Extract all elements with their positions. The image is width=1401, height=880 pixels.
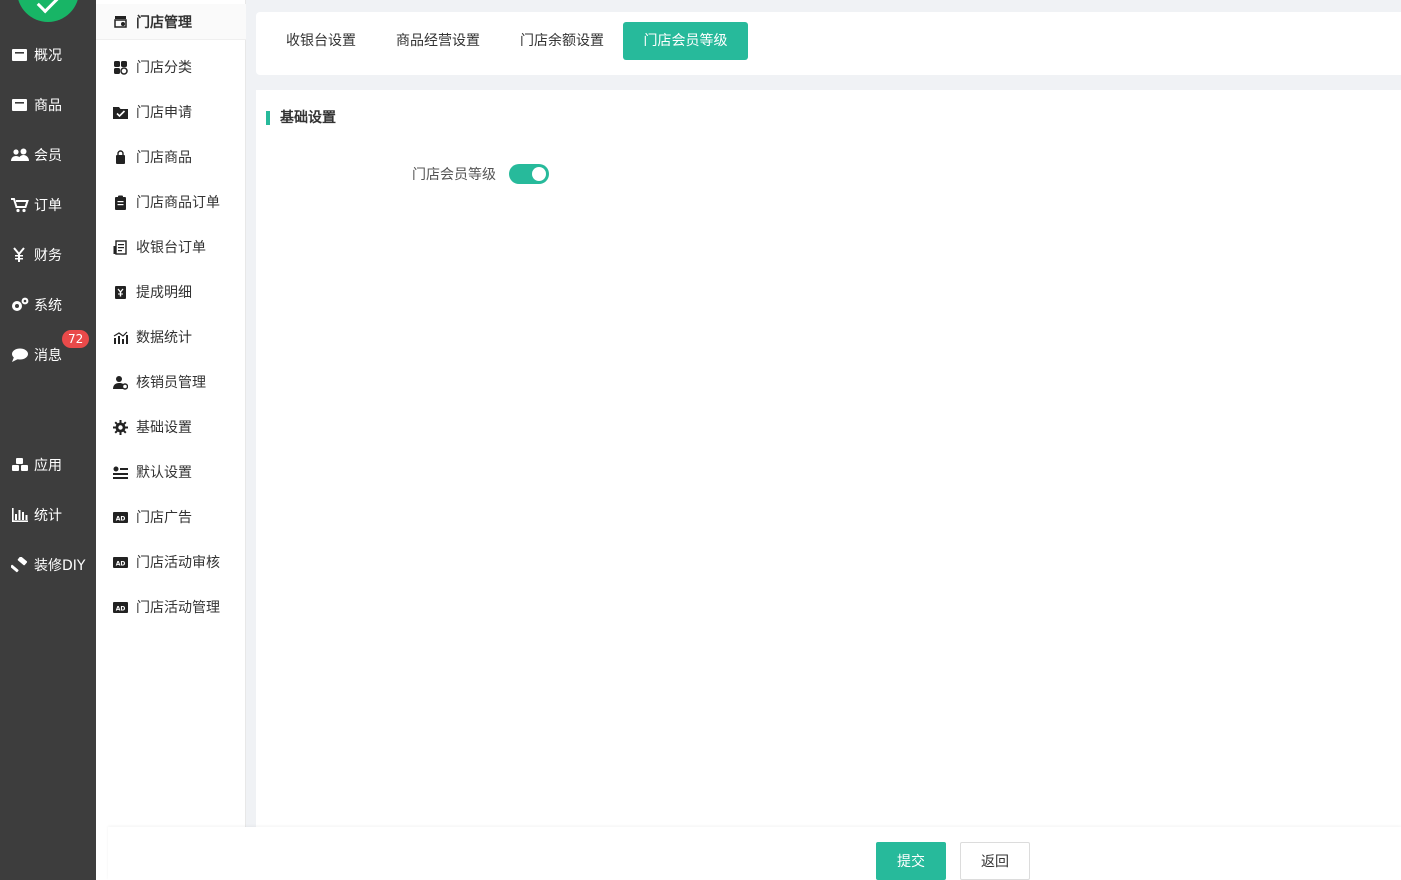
svg-text:AD: AD bbox=[116, 560, 126, 567]
cart-icon bbox=[11, 198, 29, 213]
check-icon bbox=[36, 0, 60, 14]
nav-item-label: 消息 bbox=[34, 348, 62, 364]
sidebar-item-verifier-management[interactable]: 核销员管理 bbox=[96, 364, 246, 400]
ad-icon: AD bbox=[113, 511, 128, 523]
goods-icon bbox=[12, 99, 27, 111]
hammer-icon bbox=[11, 557, 28, 573]
sidebar-item-data-statistics[interactable]: 数据统计 bbox=[96, 319, 246, 355]
section-title: 基础设置 bbox=[266, 111, 336, 125]
settings-tabs: 收银台设置 商品经营设置 门店余额设置 门店会员等级 bbox=[256, 12, 1401, 75]
svg-text:AD: AD bbox=[116, 515, 126, 522]
nav-item-label: 订单 bbox=[34, 198, 62, 214]
store-icon bbox=[114, 16, 127, 28]
sidebar-header-store-management[interactable]: 门店管理 bbox=[96, 4, 246, 40]
sidebar-item-label: 收银台订单 bbox=[136, 240, 206, 256]
nav-item-members[interactable]: 会员 bbox=[0, 140, 96, 170]
chat-icon bbox=[12, 348, 28, 362]
footer-actions: 提交 返回 bbox=[108, 827, 1401, 880]
gears-icon bbox=[12, 297, 29, 311]
gear-icon bbox=[113, 419, 128, 435]
sidebar-item-label: 门店商品订单 bbox=[136, 195, 220, 211]
ad-icon: AD bbox=[113, 601, 128, 613]
yen-document-icon bbox=[115, 285, 126, 299]
toggle-knob bbox=[532, 167, 546, 181]
nav-item-finance[interactable]: 财务 bbox=[0, 240, 96, 270]
sidebar-item-cashier-orders[interactable]: 收银台订单 bbox=[96, 229, 246, 265]
sidebar-item-store-activity-management[interactable]: AD 门店活动管理 bbox=[96, 589, 246, 625]
clipboard-icon bbox=[115, 195, 126, 210]
member-level-toggle[interactable] bbox=[509, 164, 549, 184]
back-button[interactable]: 返回 bbox=[960, 842, 1030, 880]
nav-item-label: 装修DIY bbox=[34, 558, 86, 574]
sidebar-item-commission-details[interactable]: 提成明细 bbox=[96, 274, 246, 310]
nav-item-system[interactable]: 系统 bbox=[0, 290, 96, 320]
sidebar-item-store-goods[interactable]: 门店商品 bbox=[96, 139, 246, 175]
main-nav: 概况 商品 会员 订单 财务 系统 消息 72 应用 统计 装修DIY bbox=[0, 0, 96, 880]
nav-item-apps[interactable]: 应用 bbox=[0, 450, 96, 480]
nav-item-label: 商品 bbox=[34, 98, 62, 114]
tab-store-member-level[interactable]: 门店会员等级 bbox=[623, 22, 748, 60]
svg-text:AD: AD bbox=[116, 605, 126, 612]
sidebar-item-store-ads[interactable]: AD 门店广告 bbox=[96, 499, 246, 535]
sidebar-item-label: 提成明细 bbox=[136, 285, 192, 301]
shopping-bag-icon bbox=[116, 149, 125, 164]
trend-chart-icon bbox=[113, 331, 128, 344]
dashboard-icon bbox=[12, 49, 27, 61]
nav-item-overview[interactable]: 概况 bbox=[0, 40, 96, 70]
sidebar-item-label: 默认设置 bbox=[136, 465, 192, 481]
sidebar-item-label: 门店广告 bbox=[136, 510, 192, 526]
nav-item-label: 会员 bbox=[34, 148, 62, 164]
grid-icon bbox=[114, 60, 128, 75]
nav-item-orders[interactable]: 订单 bbox=[0, 190, 96, 220]
sidebar-header-label: 门店管理 bbox=[136, 14, 192, 31]
ad-icon: AD bbox=[113, 556, 128, 568]
receipt-icon bbox=[113, 239, 127, 255]
sidebar-item-store-category[interactable]: 门店分类 bbox=[96, 49, 246, 85]
sidebar-item-label: 门店申请 bbox=[136, 105, 192, 121]
list-settings-icon bbox=[113, 466, 128, 479]
sidebar-item-label: 门店分类 bbox=[136, 60, 192, 76]
nav-item-decoration-diy[interactable]: 装修DIY bbox=[0, 550, 96, 580]
sidebar-item-store-activity-review[interactable]: AD 门店活动审核 bbox=[96, 544, 246, 580]
tab-goods-business-settings[interactable]: 商品经营设置 bbox=[380, 22, 496, 60]
sidebar-item-label: 基础设置 bbox=[136, 420, 192, 436]
tab-store-balance-settings[interactable]: 门店余额设置 bbox=[504, 22, 620, 60]
nav-item-label: 概况 bbox=[34, 48, 62, 64]
yen-icon bbox=[13, 247, 25, 262]
tab-cashier-settings[interactable]: 收银台设置 bbox=[270, 22, 372, 60]
member-level-label: 门店会员等级 bbox=[412, 167, 496, 183]
sidebar-item-label: 门店活动审核 bbox=[136, 555, 220, 571]
settings-panel: 基础设置 门店会员等级 bbox=[256, 90, 1401, 827]
nav-item-goods[interactable]: 商品 bbox=[0, 90, 96, 120]
sidebar-item-label: 数据统计 bbox=[136, 330, 192, 346]
sidebar-item-store-application[interactable]: 门店申请 bbox=[96, 94, 246, 130]
sidebar-item-basic-settings[interactable]: 基础设置 bbox=[96, 409, 246, 445]
nav-item-label: 系统 bbox=[34, 298, 62, 314]
nav-item-label: 统计 bbox=[34, 508, 62, 524]
folder-check-icon bbox=[113, 106, 128, 119]
sidebar-item-label: 门店商品 bbox=[136, 150, 192, 166]
nav-item-label: 财务 bbox=[34, 248, 62, 264]
sidebar-item-label: 核销员管理 bbox=[136, 375, 206, 391]
logo[interactable] bbox=[17, 0, 79, 22]
bar-chart-icon bbox=[12, 508, 28, 522]
nav-item-statistics[interactable]: 统计 bbox=[0, 500, 96, 530]
user-gear-icon bbox=[113, 375, 128, 390]
sidebar-item-store-goods-orders[interactable]: 门店商品订单 bbox=[96, 184, 246, 220]
sidebar-item-default-settings[interactable]: 默认设置 bbox=[96, 454, 246, 490]
store-sidebar: 门店管理 门店分类 门店申请 门店商品 门店商品订单 收银台订单 提成明细 数据… bbox=[96, 0, 246, 880]
members-icon bbox=[11, 148, 29, 161]
nav-item-label: 应用 bbox=[34, 458, 62, 474]
sidebar-item-label: 门店活动管理 bbox=[136, 600, 220, 616]
cubes-icon bbox=[12, 458, 28, 471]
submit-button[interactable]: 提交 bbox=[876, 842, 946, 880]
message-count-badge: 72 bbox=[62, 330, 90, 348]
